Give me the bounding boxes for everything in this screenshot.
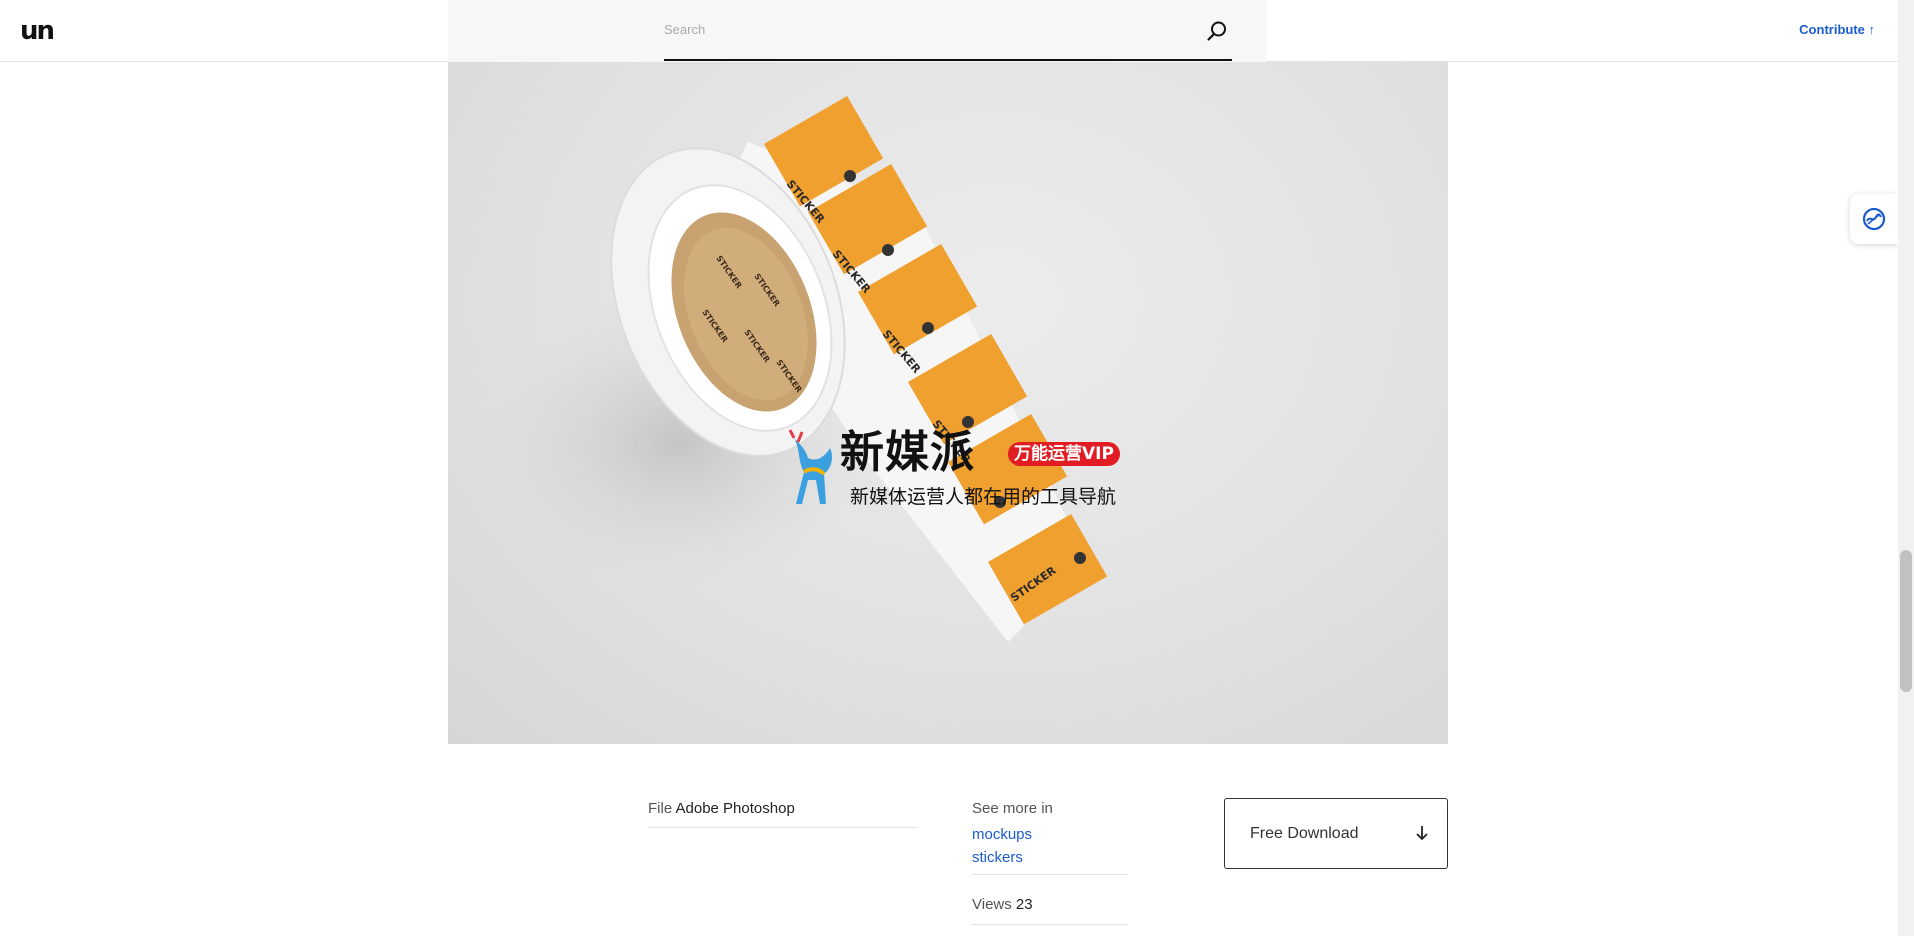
tag-list: mockups stickers <box>972 825 1128 875</box>
free-download-button[interactable]: Free Download <box>1224 798 1448 869</box>
tag-link-stickers[interactable]: stickers <box>972 848 1128 867</box>
file-type-row: File Adobe Photoshop <box>648 800 918 828</box>
tag-link-mockups[interactable]: mockups <box>972 825 1128 844</box>
search-input[interactable] <box>664 14 1184 44</box>
see-more-heading: See more in <box>972 800 1053 817</box>
watermark-subtitle: 新媒体运营人都在用的工具导航 <box>850 486 1117 508</box>
views-row: Views 23 <box>972 896 1128 913</box>
sticker-roll-illustration: STICKER STICKER STICKER STICKER STICKER … <box>478 96 1108 642</box>
views-count: 23 <box>1015 896 1033 913</box>
search-icon[interactable] <box>1206 20 1228 42</box>
watermark-title: 新媒派 <box>840 427 975 478</box>
see-more-section: See more in mockups stickers <box>972 800 1128 875</box>
views-label: Views <box>972 896 1012 913</box>
scrollbar-thumb[interactable] <box>1900 550 1912 692</box>
contribute-link[interactable]: Contribute ↑ <box>1799 22 1875 37</box>
search-bar <box>448 0 1266 62</box>
product-preview-image: STICKER STICKER STICKER STICKER STICKER … <box>448 62 1448 744</box>
file-type-value: Adobe Photoshop <box>675 800 795 817</box>
watermark-overlay: 新媒派 万能运营VIP 新媒体运营人都在用的工具导航 <box>780 428 1140 508</box>
watermark-badge: 万能运营VIP <box>1008 442 1120 466</box>
deer-logo-icon <box>788 429 832 504</box>
views-divider <box>972 924 1128 925</box>
site-logo[interactable]: un <box>20 14 55 48</box>
site-header: un Contribute ↑ <box>0 0 1898 62</box>
translate-icon <box>1862 207 1886 231</box>
search-field <box>664 0 1232 61</box>
floating-translate-widget[interactable] <box>1850 194 1898 244</box>
arrow-down-icon <box>1415 824 1429 847</box>
page-scrollbar[interactable] <box>1898 0 1914 936</box>
file-type-label: File <box>648 800 673 817</box>
download-label: Free Download <box>1250 825 1359 842</box>
